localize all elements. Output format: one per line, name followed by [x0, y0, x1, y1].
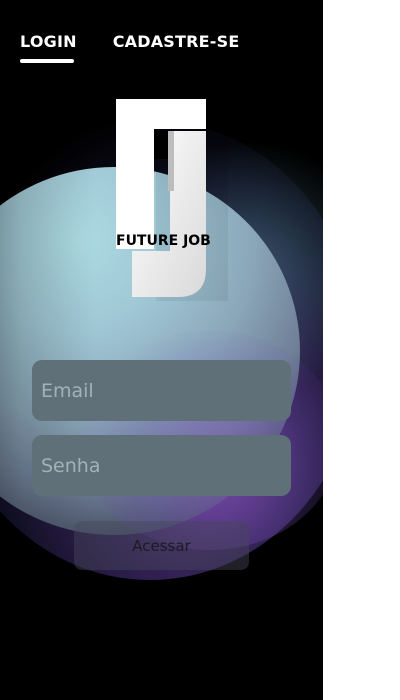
auth-tabs: LOGIN CADASTRE-SE	[20, 32, 240, 63]
future-job-logo: FUTURE JOB	[116, 99, 228, 304]
password-field[interactable]	[32, 435, 291, 496]
submit-button[interactable]: Acessar	[74, 521, 249, 570]
login-screen: LOGIN CADASTRE-SE FUTURE JOB Acessar	[0, 0, 323, 700]
fj-monogram-icon	[116, 99, 228, 301]
email-field[interactable]	[32, 360, 291, 421]
tab-login[interactable]: LOGIN	[20, 32, 77, 63]
logo-text: FUTURE JOB	[116, 233, 211, 249]
tab-cadastre-se[interactable]: CADASTRE-SE	[113, 32, 240, 59]
